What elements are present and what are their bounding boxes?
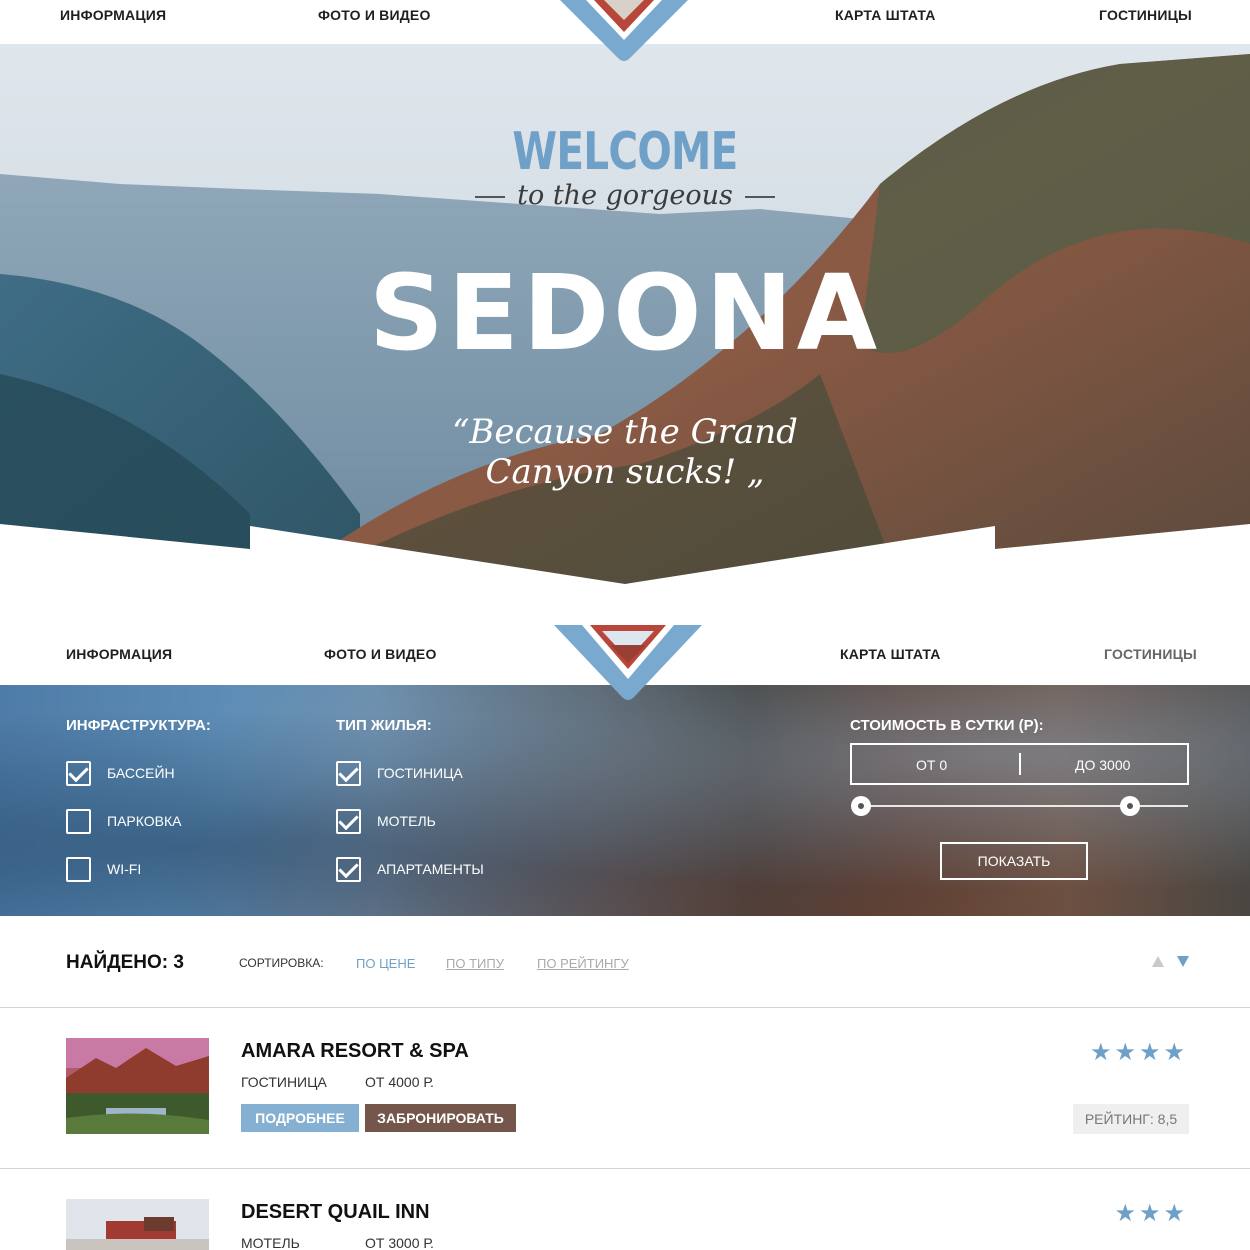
hotel-type-checkbox[interactable]: ГОСТИНИЦА bbox=[336, 760, 463, 786]
divider bbox=[475, 195, 506, 198]
hero-section: WELCOME to the gorgeous SEDONA “Because … bbox=[0, 44, 1250, 584]
checkbox-unchecked-icon[interactable] bbox=[66, 808, 91, 834]
checkbox-unchecked-icon[interactable] bbox=[66, 856, 91, 882]
price-separator bbox=[1019, 753, 1021, 775]
nav-photo-video-link[interactable]: ФОТО И ВИДЕО bbox=[324, 646, 437, 662]
nav-photo-video-link[interactable]: ФОТО И ВИДЕО bbox=[318, 7, 431, 23]
book-button[interactable]: ЗАБРОНИРОВАТЬ bbox=[365, 1104, 516, 1132]
checkbox-checked-icon[interactable] bbox=[66, 760, 91, 786]
star-rating-icon: ★★★★ bbox=[1089, 1039, 1188, 1066]
show-button[interactable]: ПОКАЗАТЬ bbox=[940, 842, 1088, 880]
sort-ascending-icon[interactable] bbox=[1152, 956, 1164, 967]
filter-panel: ИНФРАСТРУКТУРА: БАССЕЙН ПАРКОВКА WI-FI Т… bbox=[0, 685, 1250, 916]
checkbox-checked-icon[interactable] bbox=[336, 808, 361, 834]
price-from-field[interactable]: ОТ 0 bbox=[916, 757, 947, 773]
nav-info-link[interactable]: ИНФОРМАЦИЯ bbox=[66, 646, 172, 662]
price-range-input[interactable]: ОТ 0 ДО 3000 bbox=[850, 743, 1189, 785]
nav-info-link[interactable]: ИНФОРМАЦИЯ bbox=[60, 7, 166, 23]
checkbox-label: АПАРТАМЕНТЫ bbox=[377, 861, 484, 877]
hero-welcome-text: WELCOME bbox=[512, 122, 738, 182]
housing-type-heading: ТИП ЖИЛЬЯ: bbox=[336, 717, 432, 734]
price-to-field[interactable]: ДО 3000 bbox=[1075, 757, 1130, 773]
pool-checkbox[interactable]: БАССЕЙН bbox=[66, 760, 175, 786]
nav-state-map-link[interactable]: КАРТА ШТАТА bbox=[835, 7, 936, 23]
results-count: НАЙДЕНО: 3 bbox=[66, 952, 184, 973]
details-button[interactable]: ПОДРОБНЕЕ bbox=[241, 1104, 359, 1132]
price-slider-min-handle[interactable] bbox=[851, 796, 871, 816]
hotel-price: ОТ 3000 Р. bbox=[365, 1235, 434, 1250]
checkbox-checked-icon[interactable] bbox=[336, 856, 361, 882]
infrastructure-heading: ИНФРАСТРУКТУРА: bbox=[66, 717, 211, 734]
hotel-thumbnail[interactable] bbox=[66, 1199, 209, 1250]
sort-by-rating-link[interactable]: ПО РЕЙТИНГУ bbox=[537, 956, 629, 971]
sort-label: СОРТИРОВКА: bbox=[239, 956, 324, 970]
hotel-type: ГОСТИНИЦА bbox=[241, 1074, 327, 1090]
checkbox-checked-icon[interactable] bbox=[336, 760, 361, 786]
nav-state-map-link[interactable]: КАРТА ШТАТА bbox=[840, 646, 941, 662]
divider bbox=[0, 1168, 1250, 1169]
rating-badge: РЕЙТИНГ: 8,5 bbox=[1073, 1104, 1189, 1134]
hero-quote: “Because the Grand Canyon sucks! „ bbox=[0, 412, 1250, 492]
checkbox-label: ПАРКОВКА bbox=[107, 813, 182, 829]
wifi-checkbox[interactable]: WI-FI bbox=[66, 856, 141, 882]
hero-subtitle-text: to the gorgeous bbox=[517, 180, 733, 211]
hero-title: SEDONA bbox=[368, 252, 882, 374]
hotel-name[interactable]: DESERT QUAIL INN bbox=[241, 1201, 430, 1224]
sort-descending-icon[interactable] bbox=[1177, 956, 1189, 967]
checkbox-label: ГОСТИНИЦА bbox=[377, 765, 463, 781]
city-of-sedona-logo[interactable] bbox=[554, 625, 702, 703]
hotel-type: МОТЕЛЬ bbox=[241, 1235, 300, 1250]
sort-by-price-link[interactable]: ПО ЦЕНЕ bbox=[356, 956, 415, 971]
nav-hotels-link-active[interactable]: ГОСТИНИЦЫ bbox=[1104, 646, 1197, 662]
city-of-sedona-logo[interactable] bbox=[560, 0, 688, 62]
hotel-name[interactable]: AMARA RESORT & SPA bbox=[241, 1040, 469, 1063]
hero-subtitle: to the gorgeous bbox=[0, 180, 1250, 211]
star-rating-icon: ★★★ bbox=[1114, 1200, 1188, 1227]
hero-quote-line: Canyon sucks! „ bbox=[485, 452, 765, 492]
hotel-price: ОТ 4000 Р. bbox=[365, 1074, 434, 1090]
hero-quote-line: “Because the Grand bbox=[452, 412, 798, 452]
hotel-card: AMARA RESORT & SPA ГОСТИНИЦА ОТ 4000 Р. … bbox=[0, 1038, 1250, 1178]
motel-type-checkbox[interactable]: МОТЕЛЬ bbox=[336, 808, 436, 834]
sort-by-type-link[interactable]: ПО ТИПУ bbox=[446, 956, 504, 971]
divider bbox=[0, 1007, 1250, 1008]
hotel-thumbnail[interactable] bbox=[66, 1038, 209, 1134]
checkbox-label: WI-FI bbox=[107, 861, 142, 877]
parking-checkbox[interactable]: ПАРКОВКА bbox=[66, 808, 181, 834]
apartments-type-checkbox[interactable]: АПАРТАМЕНТЫ bbox=[336, 856, 484, 882]
price-heading: СТОИМОСТЬ В СУТКИ (Р): bbox=[850, 717, 1044, 734]
hotel-card: DESERT QUAIL INN МОТЕЛЬ ОТ 3000 Р. ★★★ bbox=[0, 1199, 1250, 1250]
price-slider-max-handle[interactable] bbox=[1120, 796, 1140, 816]
checkbox-label: МОТЕЛЬ bbox=[377, 813, 436, 829]
checkbox-label: БАССЕЙН bbox=[107, 765, 175, 781]
nav-hotels-link[interactable]: ГОСТИНИЦЫ bbox=[1099, 7, 1192, 23]
divider bbox=[744, 195, 775, 198]
